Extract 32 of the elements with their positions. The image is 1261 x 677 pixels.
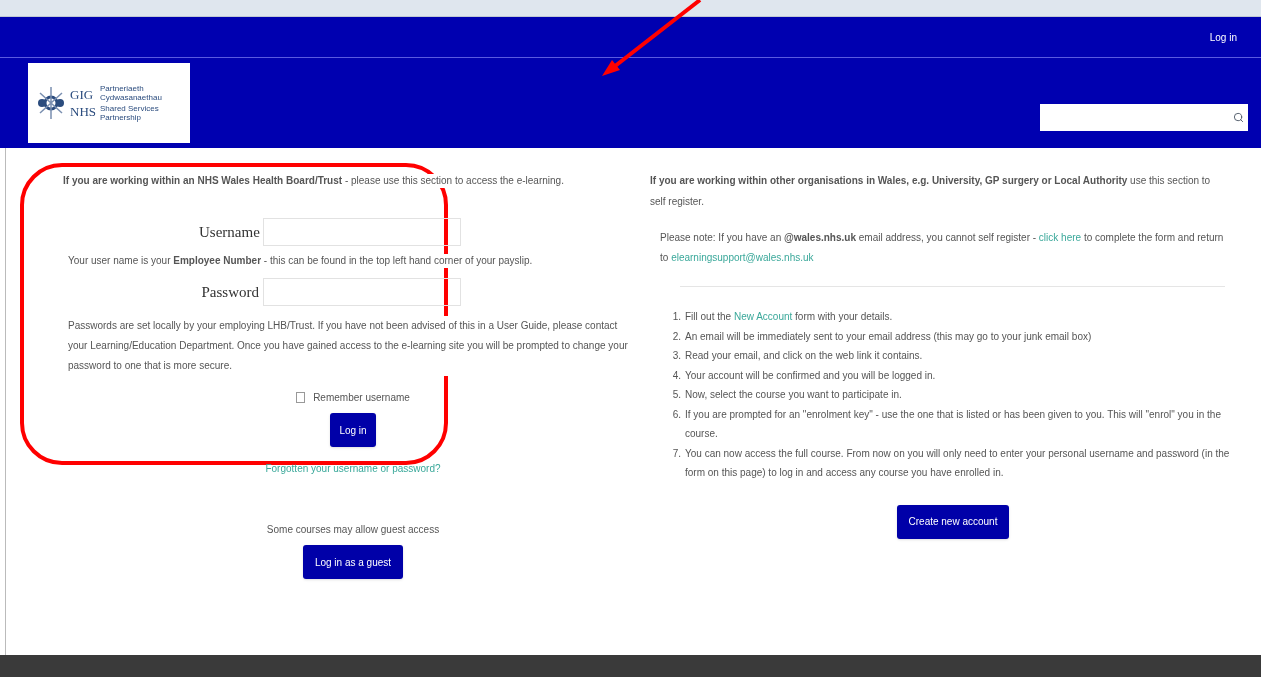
step-text: If you are prompted for an "enrolment key" - use the one that is listed or has been given to you. This will "enrol" you in the course. <box>685 407 1222 441</box>
field-label: Password <box>200 282 259 302</box>
step-number: 5. <box>671 388 682 402</box>
username-field[interactable] <box>263 218 461 246</box>
search-field[interactable] <box>1040 103 1248 131</box>
remember-checkbox[interactable] <box>296 392 306 403</box>
guest-button[interactable]: Log in as a guest <box>302 545 404 579</box>
create-account-button[interactable]: Create new account <box>896 504 1010 539</box>
step-text: Now, select the course you want to participate in. <box>685 388 902 402</box>
step-number: 3. <box>671 349 682 363</box>
login-button[interactable]: Log in <box>330 413 376 447</box>
search-icon[interactable] <box>1233 111 1244 123</box>
step-number: 1. <box>671 310 682 324</box>
login-link[interactable]: Log in <box>1209 29 1237 45</box>
step-number: 2. <box>671 329 682 344</box>
logo-mark: NHS <box>70 105 96 118</box>
step-text: Fill out the New Account form with your details. <box>685 310 893 324</box>
step-number: 6. <box>671 407 682 422</box>
logo-text: Partneriaeth Cydwasanaethau <box>100 84 163 102</box>
step-text: You can now access the full course. From now on you will only need to enter your personal username and password (in the form on this page) to log in and access any course you have enrolled in. <box>685 446 1230 480</box>
intro-text: If you are working within other organisations in Wales, e.g. University, GP surgery or Local Authority use this section to self register. <box>650 174 1212 209</box>
logo-mark: GIG <box>70 88 95 101</box>
guest-note: Some courses may allow guest access <box>266 523 440 537</box>
logo-text: Shared Services Partnership <box>100 104 160 122</box>
password-field[interactable] <box>263 278 461 306</box>
step-text: An email will be immediately sent to your email address (this may go to your junk email box) <box>685 329 1092 344</box>
step-text: Read your email, and click on the web link it contains. <box>685 349 923 363</box>
step-text: Your account will be confirmed and you will be logged in. <box>685 368 936 383</box>
step-number: 4. <box>671 368 682 383</box>
note-text: Please note: If you have an @wales.nhs.uk email address, you cannot self register - click here to complete the form and return to elearningsupport@wales.nhs.uk <box>660 231 1225 265</box>
field-label: Username <box>199 222 259 242</box>
step-number: 7. <box>671 446 682 461</box>
